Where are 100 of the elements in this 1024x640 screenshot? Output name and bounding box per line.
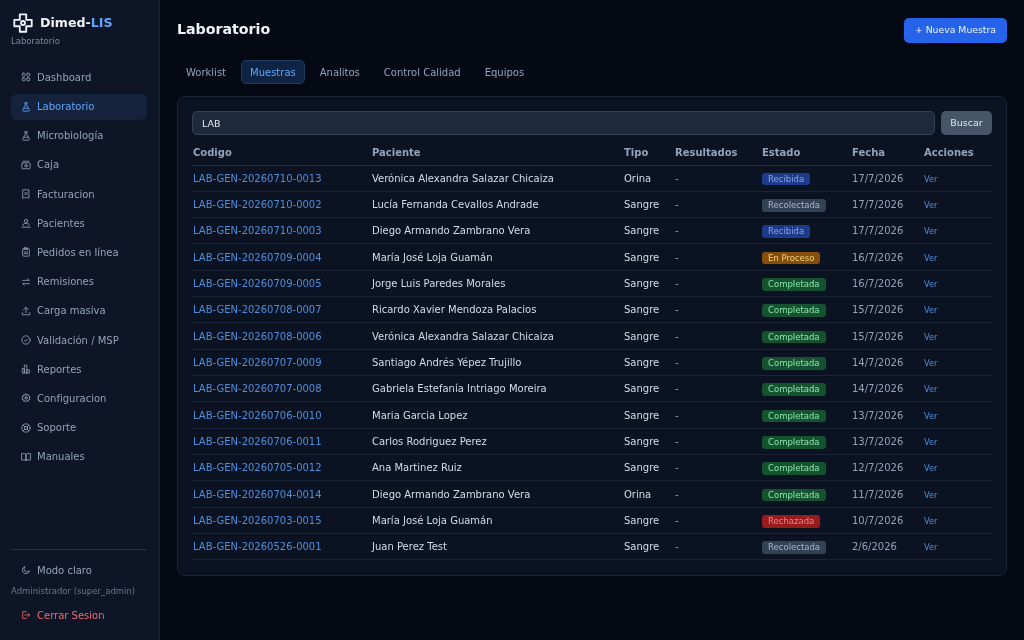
status-badge: Completada xyxy=(762,409,826,423)
table-cell: - xyxy=(674,349,761,376)
search-button[interactable]: Buscar xyxy=(941,111,992,135)
view-link[interactable]: Ver xyxy=(924,200,938,210)
status-badge: Completada xyxy=(762,277,826,291)
view-link[interactable]: Ver xyxy=(924,173,938,184)
sample-code-link[interactable]: LAB-GEN-20260707-0009 xyxy=(193,356,322,368)
sidebar-item[interactable]: Carga masiva xyxy=(11,297,147,324)
view-link[interactable]: Ver xyxy=(924,384,938,395)
view-link[interactable]: Ver xyxy=(924,278,938,289)
table-cell: 13/7/2026 xyxy=(851,401,923,429)
sidebar-item[interactable]: Validación / MSP xyxy=(11,327,147,354)
table-cell: 17/7/2026 xyxy=(851,217,923,244)
sidebar-item[interactable]: Pacientes xyxy=(11,210,147,237)
table-cell: 17/7/2026 xyxy=(851,191,923,218)
sample-code-link[interactable]: LAB-GEN-20260706-0010 xyxy=(193,409,322,421)
sample-code-link[interactable]: LAB-GEN-20260707-0008 xyxy=(193,383,322,395)
theme-toggle-link[interactable]: Modo claro xyxy=(11,559,147,582)
sample-code-link[interactable]: LAB-GEN-20260710-0013 xyxy=(193,172,322,184)
bar-chart-icon xyxy=(21,364,31,375)
table-cell: Diego Armando Zambrano Vera xyxy=(371,217,623,244)
table-cell: 2/6/2026 xyxy=(851,533,923,560)
view-link[interactable]: Ver xyxy=(924,542,938,553)
table-cell: - xyxy=(674,244,761,271)
view-link[interactable]: Ver xyxy=(924,305,938,316)
sidebar-item[interactable]: Soporte xyxy=(11,414,147,441)
view-link[interactable]: Ver xyxy=(924,489,938,500)
status-badge: Completada xyxy=(762,356,826,370)
table-cell: Ana Martinez Ruiz xyxy=(371,454,623,481)
search-field[interactable]: LAB xyxy=(192,111,935,135)
sample-code-link[interactable]: LAB-GEN-20260704-0014 xyxy=(193,488,322,500)
table-cell: 16/7/2026 xyxy=(851,244,923,271)
sample-code-link[interactable]: LAB-GEN-20260708-0007 xyxy=(193,304,322,316)
table-cell: Sangre xyxy=(623,507,674,534)
view-link[interactable]: Ver xyxy=(924,436,938,447)
sample-code-link[interactable]: LAB-GEN-20260710-0002 xyxy=(193,199,322,210)
sample-code-link[interactable]: LAB-GEN-20260708-0006 xyxy=(193,330,322,342)
sidebar-item[interactable]: Caja xyxy=(11,151,147,178)
sidebar-item[interactable]: Configuracion xyxy=(11,385,147,412)
table-cell: 10/7/2026 xyxy=(851,507,923,534)
check-circle-icon xyxy=(21,335,31,346)
logout-link[interactable]: Cerrar Sesion xyxy=(11,604,147,626)
table-cell: 16/7/2026 xyxy=(851,270,923,297)
sample-code-link[interactable]: LAB-GEN-20260705-0012 xyxy=(193,462,322,474)
sample-code-link[interactable]: LAB-GEN-20260710-0003 xyxy=(193,225,322,237)
sidebar-item[interactable]: Reportes xyxy=(11,356,147,383)
table-cell: - xyxy=(674,533,761,560)
flask-icon xyxy=(21,130,31,141)
table-cell: 11/7/2026 xyxy=(851,480,923,508)
tab[interactable]: Worklist xyxy=(177,60,235,84)
sidebar-item[interactable]: Facturacion xyxy=(11,181,147,208)
sample-code-link[interactable]: LAB-GEN-20260709-0005 xyxy=(193,277,322,289)
tab[interactable]: Muestras xyxy=(241,60,305,84)
table-cell: Orina xyxy=(623,480,674,508)
sample-code-link[interactable]: LAB-GEN-20260709-0004 xyxy=(193,251,322,263)
tab[interactable]: Equipos xyxy=(475,60,534,84)
view-link[interactable]: Ver xyxy=(924,515,938,526)
table-cell: María José Loja Guamán xyxy=(371,507,623,534)
table-cell: - xyxy=(674,217,761,244)
sample-code-link[interactable]: LAB-GEN-20260526-0001 xyxy=(193,541,322,553)
table-cell: Sangre xyxy=(623,322,674,350)
status-badge: Recibida xyxy=(762,225,811,238)
sidebar-item[interactable]: Pedidos en línea xyxy=(11,239,147,266)
moon-icon xyxy=(21,565,31,576)
sidebar-item[interactable]: Manuales xyxy=(11,443,147,470)
view-link[interactable]: Ver xyxy=(924,331,938,342)
column-header: Resultados xyxy=(674,140,761,165)
sample-code-link[interactable]: LAB-GEN-20260703-0015 xyxy=(193,514,322,526)
view-link[interactable]: Ver xyxy=(924,463,938,474)
tab[interactable]: Analitos xyxy=(310,60,369,84)
sample-code-link[interactable]: LAB-GEN-20260706-0011 xyxy=(193,435,322,447)
table-cell: - xyxy=(674,428,761,455)
table-cell: Lucía Fernanda Cevallos Andrade xyxy=(371,191,623,218)
status-badge: Completada xyxy=(762,462,826,475)
sidebar-item[interactable]: Remisiones xyxy=(11,268,147,295)
sidebar-item[interactable]: Microbiología xyxy=(11,122,147,149)
tab[interactable]: Control Calidad xyxy=(374,60,470,84)
table-cell: 12/7/2026 xyxy=(851,454,923,481)
view-link[interactable]: Ver xyxy=(924,226,938,237)
logout-icon xyxy=(21,610,31,620)
view-link[interactable]: Ver xyxy=(924,410,938,421)
table-cell: - xyxy=(674,296,761,323)
column-header: Codigo xyxy=(192,140,371,165)
status-badge: Recibida xyxy=(762,172,811,186)
table-cell: Sangre xyxy=(623,454,674,481)
sidebar-item[interactable]: Dashboard xyxy=(11,64,147,91)
lifebuoy-icon xyxy=(21,422,31,433)
column-header: Paciente xyxy=(371,140,623,165)
column-header: Estado xyxy=(761,140,851,165)
table-cell: Sangre xyxy=(623,217,674,244)
new-sample-button[interactable]: + Nueva Muestra xyxy=(903,17,1007,43)
table-cell: Sangre xyxy=(623,270,674,297)
status-badge: Completada xyxy=(762,435,826,449)
view-link[interactable]: Ver xyxy=(924,357,938,368)
sidebar-item[interactable]: Laboratorio xyxy=(11,93,147,120)
book-icon xyxy=(21,451,31,462)
table-cell: Sangre xyxy=(623,428,674,455)
status-badge: Rechazada xyxy=(762,514,821,528)
upload-icon xyxy=(21,305,31,316)
view-link[interactable]: Ver xyxy=(924,252,938,263)
